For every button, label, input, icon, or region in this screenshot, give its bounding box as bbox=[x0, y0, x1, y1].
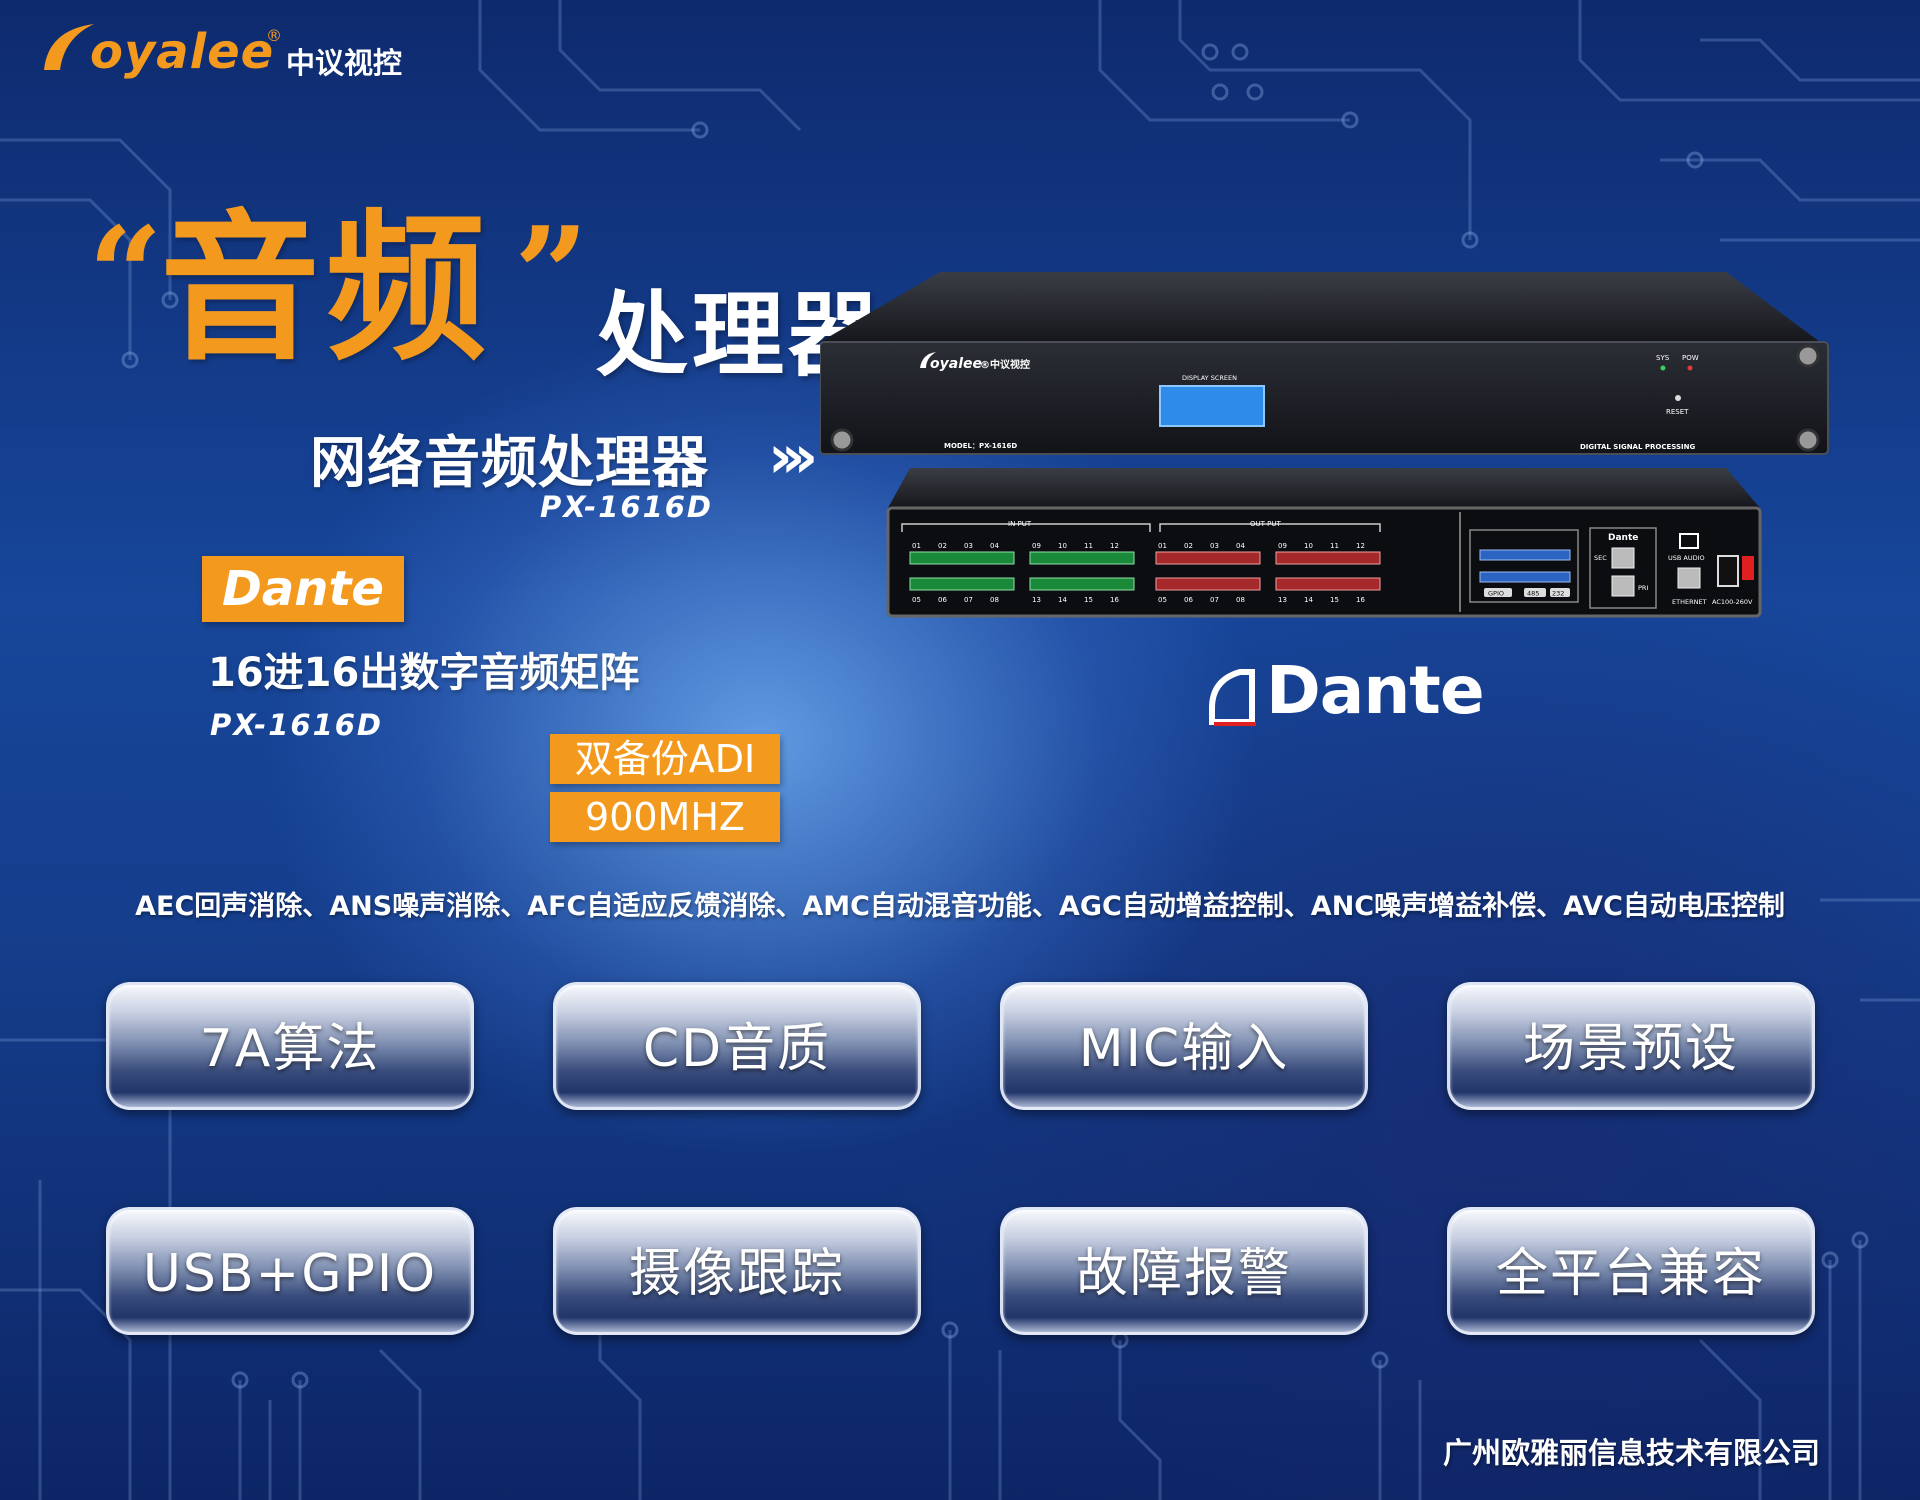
logo-chinese-name: 中议视控 bbox=[286, 46, 403, 80]
input-ch-07: 07 bbox=[964, 596, 973, 604]
pri-ethernet-port bbox=[1611, 575, 1635, 597]
pow-led bbox=[1687, 365, 1693, 371]
device-dsp-label: DIGITAL SIGNAL PROCESSING bbox=[1580, 443, 1695, 451]
device-sec-label: SEC bbox=[1594, 554, 1607, 562]
device-dante-small: Dante bbox=[1608, 533, 1638, 543]
dante-badge: Dante bbox=[202, 556, 404, 622]
input-ch-06: 06 bbox=[938, 596, 947, 604]
output-ch-11: 11 bbox=[1330, 542, 1339, 550]
input-ch-12: 12 bbox=[1110, 542, 1119, 550]
power-switch bbox=[1742, 556, 1754, 580]
headline-quote-open: “ bbox=[88, 198, 163, 351]
device-reset-label: RESET bbox=[1666, 408, 1689, 416]
feature-usb-gpio: USB+GPIO bbox=[106, 1207, 474, 1335]
output-ch-01: 01 bbox=[1158, 542, 1167, 550]
output-ch-13: 13 bbox=[1278, 596, 1287, 604]
reset-button bbox=[1675, 395, 1681, 401]
power-inlet bbox=[1717, 555, 1739, 587]
device-front-logo-cn: ®中议视控 bbox=[980, 358, 1030, 371]
headline-emphasis: 音频 bbox=[160, 194, 493, 382]
input-ch-11: 11 bbox=[1084, 542, 1093, 550]
product-poster: oyalee ® 中议视控 “ 音频 ” 处理器 网络音频处理器 PX-1616… bbox=[0, 0, 1920, 1500]
logo-swoosh-icon bbox=[44, 24, 94, 70]
gpio-label: GPIO bbox=[1488, 590, 1504, 598]
brand-logo: oyalee ® 中议视控 bbox=[38, 18, 418, 80]
input-ch-04: 04 bbox=[990, 542, 999, 550]
device-pri-label: PRI bbox=[1638, 584, 1648, 592]
tag-dual-backup-adi: 双备份ADI bbox=[550, 734, 780, 784]
ethernet-port bbox=[1677, 567, 1701, 589]
device-illustration: oyalee ®中议视控 DISPLAY SCREEN MODEL：PX-161… bbox=[820, 272, 1829, 618]
device-ethernet-label: ETHERNET bbox=[1672, 598, 1707, 606]
input-ch-05: 05 bbox=[912, 596, 921, 604]
output-ch-08: 08 bbox=[1236, 596, 1245, 604]
device-input-label: IN PUT bbox=[1008, 520, 1032, 528]
device-output-label: OUT PUT bbox=[1250, 520, 1281, 528]
input-ch-15: 15 bbox=[1084, 596, 1093, 604]
device-usb-audio-label: USB AUDIO bbox=[1668, 554, 1705, 562]
feature-camera-tracking: 摄像跟踪 bbox=[553, 1207, 921, 1335]
device-pow-label: POW bbox=[1682, 354, 1699, 362]
input-ch-14: 14 bbox=[1058, 596, 1067, 604]
output-ch-16: 16 bbox=[1356, 596, 1365, 604]
device-sys-label: SYS bbox=[1656, 354, 1670, 362]
sec-ethernet-port bbox=[1611, 547, 1635, 569]
output-ch-07: 07 bbox=[1210, 596, 1219, 604]
output-ch-09: 09 bbox=[1278, 542, 1287, 550]
input-ch-08: 08 bbox=[990, 596, 999, 604]
input-ch-16: 16 bbox=[1110, 596, 1119, 604]
device-display-screen bbox=[1159, 385, 1265, 427]
device-front-logo: oyalee bbox=[930, 356, 982, 372]
feature-7a-algorithm: 7A算法 bbox=[106, 982, 474, 1110]
product-subtitle: 网络音频处理器 bbox=[310, 431, 709, 496]
gpio-terminal-bottom bbox=[1479, 571, 1571, 583]
model-number-primary: PX-1616D bbox=[540, 490, 713, 524]
tag-900mhz: 900MHZ bbox=[550, 792, 780, 842]
registered-mark: ® bbox=[266, 26, 282, 45]
input-ch-10: 10 bbox=[1058, 542, 1067, 550]
output-ch-03: 03 bbox=[1210, 542, 1219, 550]
output-ch-04: 04 bbox=[1236, 542, 1245, 550]
sys-led bbox=[1660, 365, 1666, 371]
output-ch-10: 10 bbox=[1304, 542, 1313, 550]
matrix-spec: 16进16出数字音频矩阵 bbox=[208, 650, 640, 696]
input-ch-03: 03 bbox=[964, 542, 973, 550]
feature-fault-alarm: 故障报警 bbox=[1000, 1207, 1368, 1335]
output-ch-06: 06 bbox=[1184, 596, 1193, 604]
features-summary: AEC回声消除、ANS噪声消除、AFC自适应反馈消除、AMC自动混音功能、AGC… bbox=[135, 891, 1785, 922]
output-ch-14: 14 bbox=[1304, 596, 1313, 604]
output-ch-02: 02 bbox=[1184, 542, 1193, 550]
output-ch-15: 15 bbox=[1330, 596, 1339, 604]
device-display-label: DISPLAY SCREEN bbox=[1182, 374, 1237, 382]
feature-scene-preset: 场景预设 bbox=[1447, 982, 1815, 1110]
output-ch-05: 05 bbox=[1158, 596, 1167, 604]
company-name: 广州欧雅丽信息技术有限公司 bbox=[1442, 1436, 1820, 1470]
port-232-label: 232 bbox=[1552, 590, 1564, 598]
input-ch-13: 13 bbox=[1032, 596, 1041, 604]
feature-cross-platform: 全平台兼容 bbox=[1447, 1207, 1815, 1335]
input-ch-09: 09 bbox=[1032, 542, 1041, 550]
chevron-arrows-icon: ››› bbox=[768, 422, 818, 492]
port-485-label: 485 bbox=[1527, 590, 1539, 598]
dante-logo-text: Dante bbox=[1266, 652, 1485, 729]
feature-cd-quality: CD音质 bbox=[553, 982, 921, 1110]
device-model-label: MODEL：PX-1616D bbox=[944, 442, 1017, 450]
logo-wordmark: oyalee bbox=[90, 24, 275, 80]
output-ch-12: 12 bbox=[1356, 542, 1365, 550]
input-ch-02: 02 bbox=[938, 542, 947, 550]
gpio-terminal-top bbox=[1479, 549, 1571, 561]
headline-quote-close: ” bbox=[514, 198, 589, 351]
feature-mic-input: MIC输入 bbox=[1000, 982, 1368, 1110]
device-ac-label: AC100-260V bbox=[1712, 598, 1753, 606]
input-ch-01: 01 bbox=[912, 542, 921, 550]
model-number-secondary: PX-1616D bbox=[210, 708, 383, 742]
